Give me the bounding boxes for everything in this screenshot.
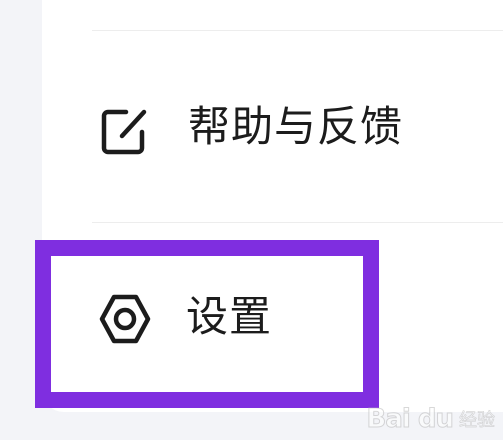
- menu-item-help-feedback[interactable]: 帮助与反馈: [92, 90, 502, 170]
- edit-square-icon: [100, 104, 148, 160]
- help-feedback-label: 帮助与反馈: [188, 102, 404, 151]
- top-divider: [92, 30, 503, 31]
- middle-divider: [92, 222, 503, 223]
- baidu-jingyan-watermark: Bai du 经验: [366, 404, 496, 435]
- highlight-box: [35, 240, 379, 408]
- watermark-text: 经验: [459, 410, 496, 432]
- watermark-logo: Bai du: [366, 404, 454, 435]
